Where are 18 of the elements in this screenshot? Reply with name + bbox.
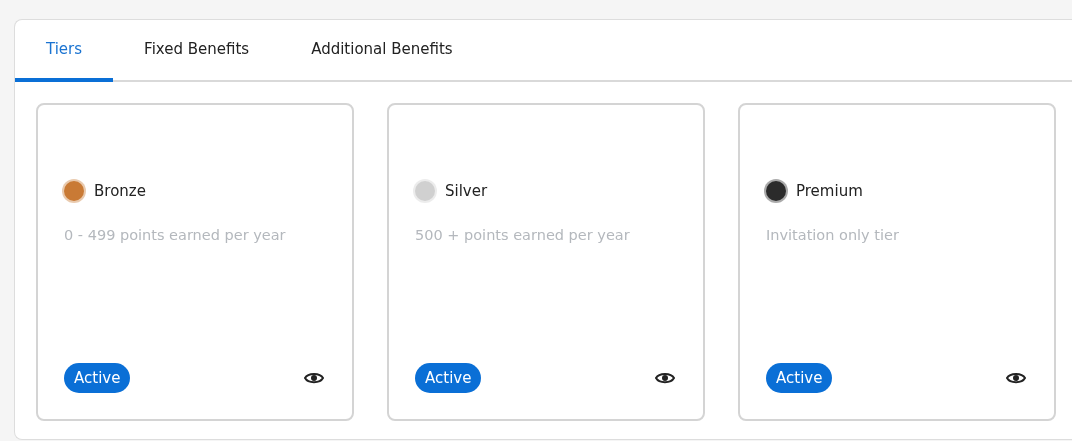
tier-description: 500 + points earned per year bbox=[415, 227, 631, 243]
tier-card[interactable]: Silver 500 + points earned per year Active bbox=[387, 103, 705, 421]
eye-icon[interactable] bbox=[1006, 371, 1026, 385]
tab[interactable]: Additional Benefits bbox=[280, 20, 484, 82]
eye-icon[interactable] bbox=[655, 371, 675, 385]
tier-name: Silver bbox=[445, 182, 488, 200]
tab[interactable]: Fixed Benefits bbox=[113, 20, 281, 82]
tab[interactable]: Tiers bbox=[15, 20, 114, 82]
tier-card[interactable]: Bronze 0 - 499 points earned per year Active bbox=[36, 103, 354, 421]
status-badge: Active bbox=[64, 363, 131, 393]
tier-name: Premium bbox=[796, 182, 863, 200]
status-badge: Active bbox=[415, 363, 482, 393]
eye-icon[interactable] bbox=[304, 371, 324, 385]
tier-description: Invitation only tier bbox=[766, 227, 900, 243]
tier-card[interactable]: Premium Invitation only tier Active bbox=[738, 103, 1056, 421]
tier-description: 0 - 499 points earned per year bbox=[64, 227, 287, 243]
tier-name: Bronze bbox=[94, 182, 146, 200]
status-badge: Active bbox=[766, 363, 833, 393]
